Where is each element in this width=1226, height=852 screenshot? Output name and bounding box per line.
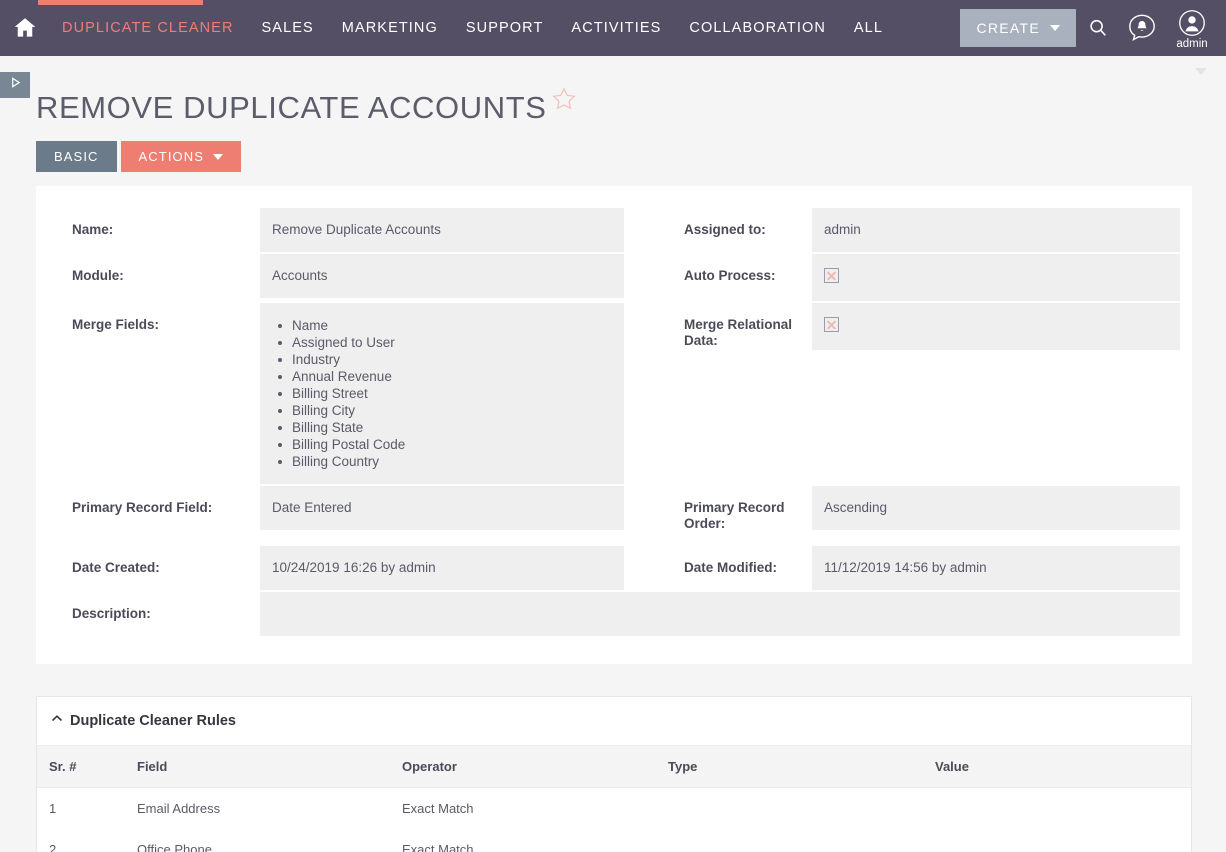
cell-type [656, 788, 923, 830]
nav-links: DUPLICATE CLEANER SALES MARKETING SUPPOR… [48, 20, 897, 36]
sidebar-toggle-button[interactable] [0, 72, 30, 98]
table-row[interactable]: 1 Email Address Exact Match [37, 788, 1191, 830]
merge-field-item: Billing Street [272, 385, 612, 402]
field-label-module: Module: [72, 268, 124, 283]
cell-value [923, 829, 1191, 852]
cell-operator: Exact Match [402, 801, 474, 816]
chevron-up-icon [51, 713, 63, 729]
field-label-auto-process: Auto Process: [684, 268, 776, 283]
cell-field: Office Phone [137, 842, 212, 852]
field-label-merge-fields: Merge Fields: [72, 317, 160, 332]
rules-table: Sr. # Field Operator Type Value 1 Email … [37, 746, 1191, 852]
nav-item-marketing[interactable]: MARKETING [328, 20, 452, 36]
field-value-assigned-to[interactable]: admin [812, 208, 1180, 252]
column-header-field[interactable]: Field [125, 746, 390, 788]
field-value-merge-fields[interactable]: Name Assigned to User Industry Annual Re… [260, 303, 624, 484]
field-label-merge-relational-data: Merge Relational Data: [684, 317, 793, 348]
nav-item-collaboration[interactable]: COLLABORATION [675, 20, 840, 36]
checkbox-unchecked-icon[interactable] [824, 317, 839, 332]
search-icon[interactable] [1076, 0, 1120, 56]
cell-operator: Exact Match [402, 842, 474, 852]
create-button-label: CREATE [976, 20, 1040, 36]
field-value-name[interactable]: Remove Duplicate Accounts [260, 208, 624, 252]
page-collapse-chevron[interactable] [1192, 64, 1210, 82]
field-value-primary-record-field[interactable]: Date Entered [260, 486, 624, 530]
user-avatar[interactable]: admin [1164, 0, 1220, 56]
tab-actions[interactable]: ACTIONS [120, 141, 241, 172]
nav-item-support[interactable]: SUPPORT [452, 20, 558, 36]
active-module-indicator [38, 0, 203, 5]
cell-sr: 2 [49, 842, 57, 852]
field-label-name: Name: [72, 222, 114, 237]
field-label-date-modified: Date Modified: [684, 560, 777, 575]
rules-panel-header[interactable]: Duplicate Cleaner Rules [37, 697, 1191, 746]
nav-item-all[interactable]: ALL [840, 20, 897, 36]
play-triangle-icon [9, 76, 22, 94]
tab-basic-label: BASIC [54, 149, 99, 164]
star-outline-icon[interactable] [551, 86, 577, 117]
page-content: REMOVE DUPLICATE ACCOUNTS BASIC ACTIONS … [0, 56, 1226, 852]
detail-panel: Name: Remove Duplicate Accounts Assigned… [36, 186, 1192, 664]
top-navigation-bar: DUPLICATE CLEANER SALES MARKETING SUPPOR… [0, 0, 1226, 56]
merge-field-item: Billing State [272, 419, 612, 436]
tab-actions-label: ACTIONS [138, 149, 204, 164]
checkbox-unchecked-icon[interactable] [824, 268, 839, 283]
notification-bell-icon[interactable] [1120, 0, 1164, 56]
field-label-assigned-to: Assigned to: [684, 222, 766, 237]
tab-basic[interactable]: BASIC [36, 141, 117, 172]
field-label-date-created: Date Created: [72, 560, 160, 575]
field-value-description[interactable] [260, 592, 1180, 636]
home-icon[interactable] [8, 15, 48, 41]
merge-fields-list: Name Assigned to User Industry Annual Re… [272, 317, 612, 470]
column-header-type[interactable]: Type [656, 746, 923, 788]
field-label-primary-record-field: Primary Record Field: [72, 500, 213, 515]
merge-field-item: Billing Country [272, 453, 612, 470]
merge-field-item: Name [272, 317, 612, 334]
field-label-primary-record-order: Primary Record Order: [684, 500, 785, 531]
field-value-date-created: 10/24/2019 16:26 by admin [260, 546, 624, 590]
field-value-auto-process[interactable] [812, 254, 1180, 301]
page-title: REMOVE DUPLICATE ACCOUNTS [36, 90, 547, 125]
nav-item-sales[interactable]: SALES [248, 20, 328, 36]
cell-sr: 1 [49, 801, 57, 816]
rules-panel-title: Duplicate Cleaner Rules [70, 713, 236, 729]
field-value-module[interactable]: Accounts [260, 254, 624, 298]
field-value-merge-relational-data[interactable] [812, 303, 1180, 350]
table-header-row: Sr. # Field Operator Type Value [37, 746, 1191, 788]
merge-field-item: Billing City [272, 402, 612, 419]
page-title-row: REMOVE DUPLICATE ACCOUNTS [0, 56, 1226, 123]
avatar-username: admin [1176, 37, 1208, 50]
merge-field-item: Billing Postal Code [272, 436, 612, 453]
cell-type [656, 829, 923, 852]
nav-right-actions: CREATE admin [960, 0, 1226, 56]
field-value-date-modified: 11/12/2019 14:56 by admin [812, 546, 1180, 590]
merge-field-item: Industry [272, 351, 612, 368]
detail-field-grid: Name: Remove Duplicate Accounts Assigned… [48, 208, 1180, 638]
nav-item-activities[interactable]: ACTIVITIES [557, 20, 675, 36]
chevron-down-icon [213, 153, 223, 160]
create-button[interactable]: CREATE [960, 9, 1076, 47]
user-avatar-icon [1179, 9, 1205, 36]
cell-field: Email Address [137, 801, 221, 816]
duplicate-cleaner-rules-panel: Duplicate Cleaner Rules Sr. # Field Oper… [36, 696, 1192, 852]
chevron-down-icon [1195, 68, 1207, 75]
merge-field-item: Assigned to User [272, 334, 612, 351]
column-header-sr[interactable]: Sr. # [37, 746, 125, 788]
cell-value [923, 788, 1191, 830]
nav-item-duplicate-cleaner[interactable]: DUPLICATE CLEANER [48, 20, 248, 36]
detail-tabs: BASIC ACTIONS [0, 123, 1226, 172]
column-header-value[interactable]: Value [923, 746, 1191, 788]
field-value-primary-record-order[interactable]: Ascending [812, 486, 1180, 530]
column-header-operator[interactable]: Operator [390, 746, 656, 788]
chevron-down-icon [1050, 25, 1060, 31]
field-label-description: Description: [72, 606, 151, 621]
table-row[interactable]: 2 Office Phone Exact Match [37, 829, 1191, 852]
merge-field-item: Annual Revenue [272, 368, 612, 385]
